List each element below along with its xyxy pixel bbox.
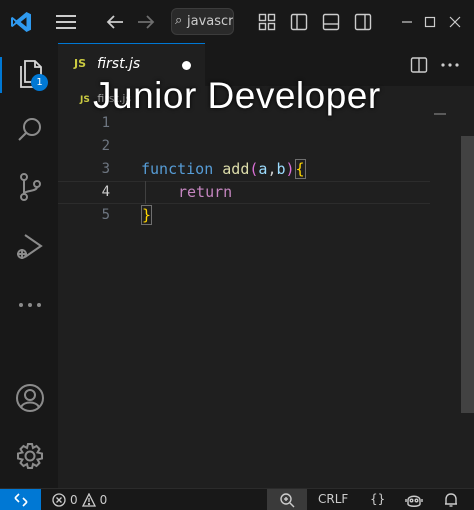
- search-partial-icon: ⌕: [175, 13, 183, 28]
- language-braces-indicator[interactable]: {}: [370, 492, 385, 506]
- overlay-title: Junior Developer: [93, 75, 381, 116]
- eol-indicator[interactable]: CRLF: [318, 492, 348, 506]
- zoom-button[interactable]: [267, 489, 307, 510]
- customize-layout-icon[interactable]: [256, 11, 278, 33]
- source-control-icon[interactable]: [13, 170, 47, 204]
- more-actions-icon[interactable]: [438, 54, 462, 76]
- warning-count: 0: [99, 493, 108, 507]
- breadcrumb-js-icon: JS: [80, 95, 90, 105]
- toggle-primary-sidebar-icon[interactable]: [288, 11, 310, 33]
- status-bar: 0 0 CRLF {}: [0, 488, 474, 510]
- function-name: add: [222, 160, 250, 178]
- keyword-return: return: [178, 183, 233, 201]
- vscode-logo-icon: [8, 9, 34, 35]
- copilot-icon[interactable]: [404, 491, 424, 508]
- js-file-icon: JS: [74, 57, 87, 70]
- code-line-5[interactable]: }: [141, 204, 153, 227]
- remote-icon: [13, 492, 28, 507]
- more-views-icon[interactable]: [13, 295, 47, 315]
- back-arrow-icon[interactable]: [103, 10, 127, 34]
- code-line-4[interactable]: return: [178, 181, 232, 204]
- vertical-scrollbar[interactable]: [461, 136, 474, 413]
- brace-open: {: [294, 159, 306, 179]
- param-b: b: [276, 160, 286, 178]
- title-bar: ⌕ javascri: [0, 0, 474, 43]
- run-debug-icon[interactable]: [11, 230, 47, 264]
- error-icon: [52, 493, 66, 507]
- error-count: 0: [70, 493, 78, 507]
- indent-guide: [145, 181, 146, 204]
- explorer-badge: 1: [31, 74, 48, 91]
- warning-icon: [81, 493, 96, 507]
- command-center-text: javascri: [187, 14, 234, 29]
- line-number: 1: [101, 115, 110, 131]
- minimap-slice: [434, 113, 446, 115]
- toggle-panel-icon[interactable]: [320, 11, 342, 33]
- notifications-bell-icon[interactable]: [441, 491, 461, 508]
- paren-close: ): [285, 160, 295, 178]
- line-number: 5: [101, 207, 110, 223]
- code-line-3[interactable]: function add(a,b){: [141, 158, 306, 181]
- brace-close: }: [141, 205, 153, 225]
- forward-arrow-icon[interactable]: [134, 10, 158, 34]
- keyword-function: function: [141, 160, 214, 178]
- unsaved-dot-icon[interactable]: [182, 61, 191, 70]
- accounts-icon[interactable]: [12, 380, 48, 416]
- menu-icon[interactable]: [52, 10, 80, 34]
- maximize-icon[interactable]: [420, 11, 440, 33]
- command-center-search[interactable]: ⌕ javascri: [171, 8, 234, 35]
- editor-area: JS first.js JS first.js Junior Developer…: [58, 43, 474, 488]
- problems-indicator[interactable]: 0 0: [52, 492, 107, 508]
- active-indicator: [0, 57, 2, 93]
- line-number: 2: [101, 138, 110, 154]
- toggle-secondary-sidebar-icon[interactable]: [352, 11, 374, 33]
- manage-gear-icon[interactable]: [12, 438, 48, 474]
- remote-indicator[interactable]: [0, 489, 41, 510]
- zoom-in-icon: [280, 492, 295, 507]
- current-line-highlight: [58, 181, 430, 204]
- activity-bar: 1: [0, 43, 58, 488]
- split-editor-icon[interactable]: [408, 54, 430, 76]
- minimize-icon[interactable]: [397, 11, 417, 33]
- search-icon[interactable]: [13, 113, 47, 147]
- line-number: 3: [101, 161, 110, 177]
- line-number-active: 4: [101, 184, 110, 200]
- tab-label: first.js: [97, 56, 141, 72]
- close-window-icon[interactable]: [444, 11, 466, 33]
